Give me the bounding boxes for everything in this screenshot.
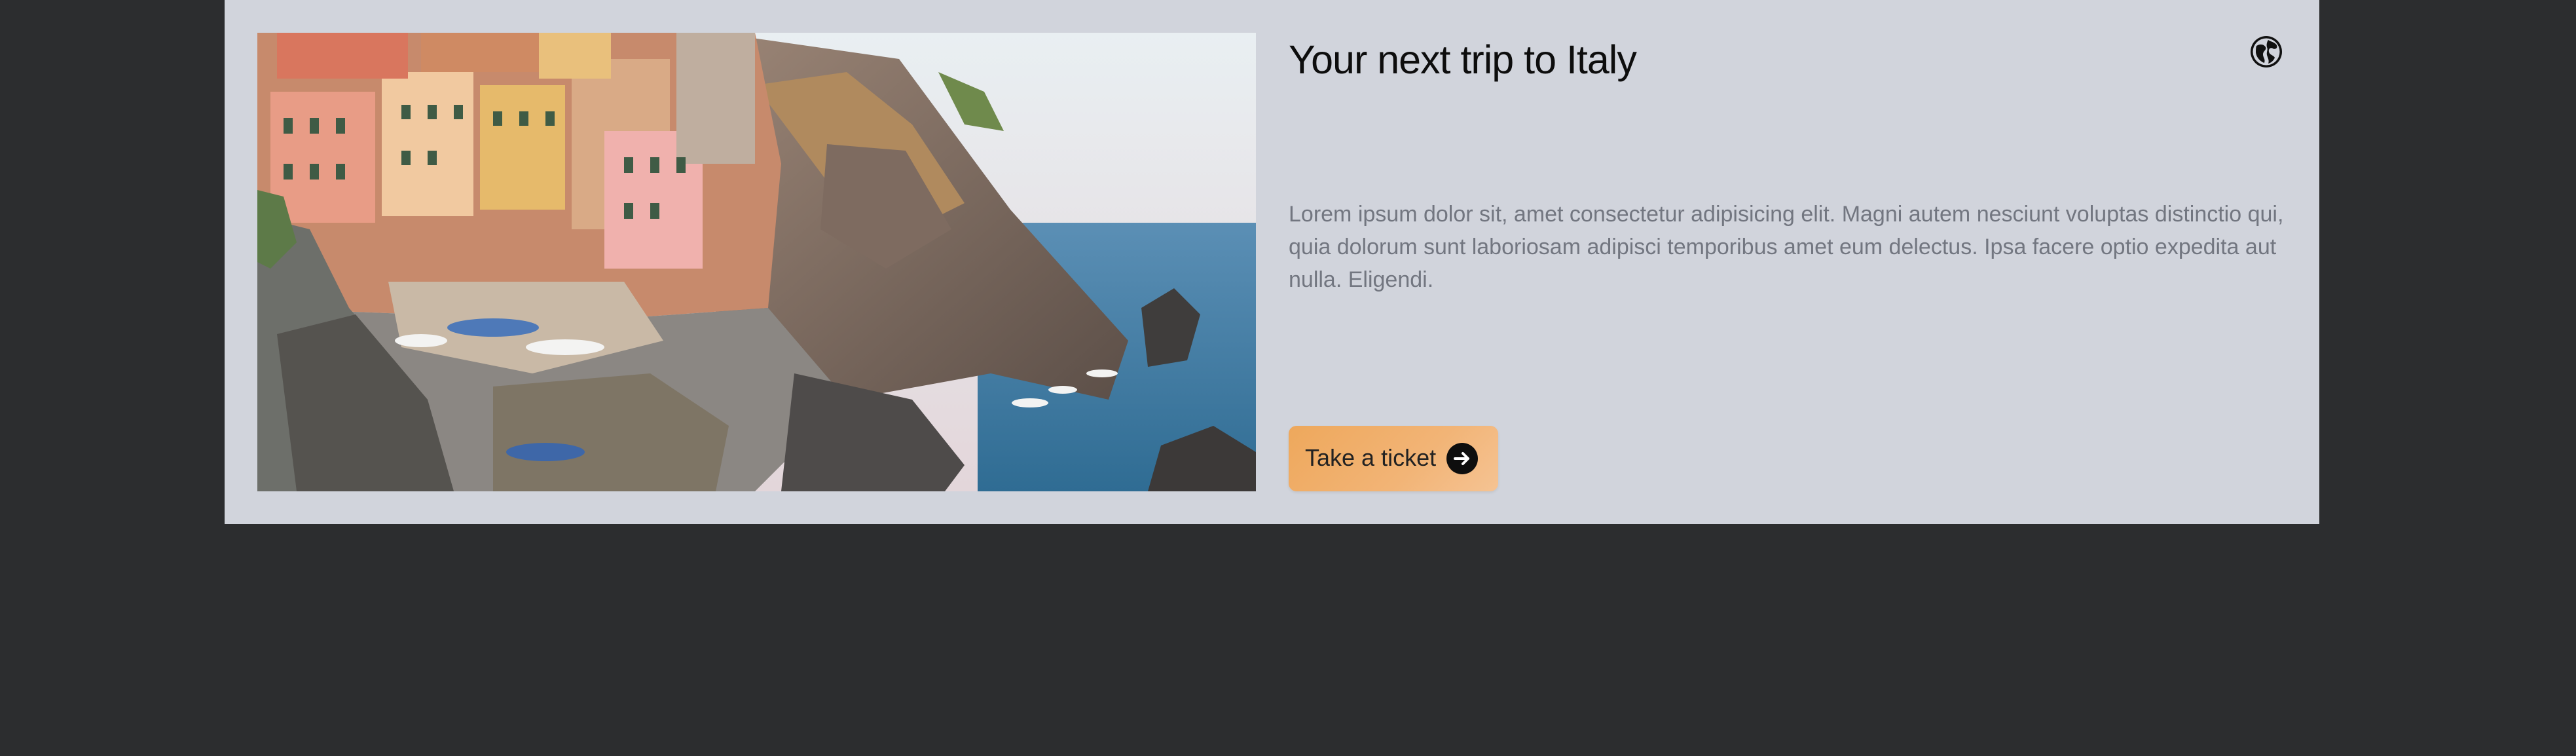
card-content: Your next trip to Italy Lorem ipsum dolo… [1289, 33, 2287, 491]
trip-card: Your next trip to Italy Lorem ipsum dolo… [225, 0, 2319, 524]
take-ticket-label: Take a ticket [1305, 444, 1437, 471]
card-description: Lorem ipsum dolor sit, amet consectetur … [1289, 202, 2284, 292]
arrow-right-circle-icon [1446, 442, 1479, 475]
italy-coast-photo [257, 33, 1256, 491]
card-title: Your next trip to Italy [1289, 37, 1637, 82]
take-ticket-button[interactable]: Take a ticket [1289, 426, 1498, 491]
globe-icon[interactable] [2249, 34, 2284, 69]
